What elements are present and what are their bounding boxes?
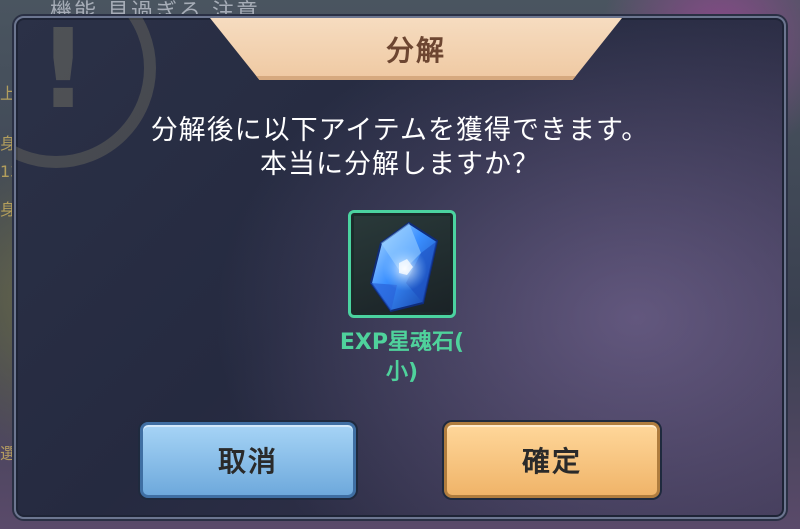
dialog-message: 分解後に以下アイテムを獲得できます。 本当に分解しますか？ xyxy=(16,114,784,182)
reward-item-name: EXP星魂石( 小) xyxy=(312,328,492,388)
message-line-1: 分解後に以下アイテムを獲得できます。 xyxy=(150,115,650,146)
blue-crystal-icon xyxy=(369,221,439,313)
item-name-line-2: 小) xyxy=(385,360,419,385)
reward-item-slot[interactable] xyxy=(348,210,456,318)
dialog-title: 分解 xyxy=(385,34,446,67)
cancel-button[interactable]: 取消 xyxy=(140,422,356,498)
message-line-2: 本当に分解しますか？ xyxy=(260,149,540,180)
disassemble-dialog: ! 分解 分解後に以下アイテムを獲得できます。 本当に分解しますか？ EXP星魂… xyxy=(14,16,786,519)
item-name-line-1: EXP星魂石( xyxy=(339,330,465,355)
confirm-button[interactable]: 確定 xyxy=(444,422,660,498)
exclamation-icon: ! xyxy=(38,16,89,133)
dialog-title-tab: 分解 xyxy=(210,18,622,80)
